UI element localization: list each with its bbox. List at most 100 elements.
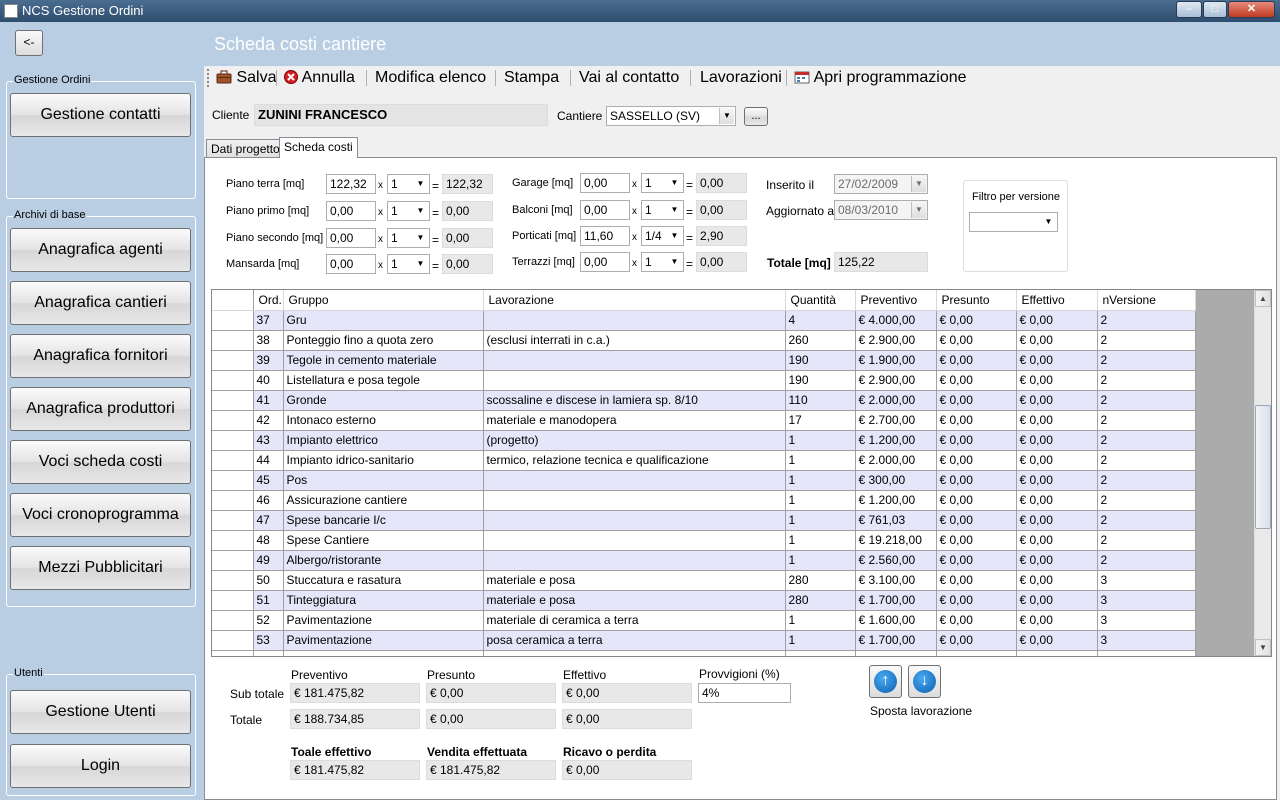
row-header[interactable] bbox=[212, 450, 254, 471]
cell-presunto[interactable]: € 0,00 bbox=[936, 430, 1017, 451]
area-multiplier-select[interactable]: 1 ▼ bbox=[387, 174, 430, 194]
area-multiplier-select[interactable]: 1 ▼ bbox=[641, 252, 684, 272]
cell-quantita[interactable]: 1 bbox=[785, 470, 856, 491]
row-header[interactable] bbox=[212, 470, 254, 491]
row-header[interactable] bbox=[212, 310, 254, 331]
cell-presunto[interactable]: € 0,00 bbox=[936, 350, 1017, 371]
cell-preventivo[interactable]: € 2.900,00 bbox=[855, 330, 937, 351]
cell-quantita[interactable]: 1 bbox=[785, 430, 856, 451]
cell-nversione[interactable]: 2 bbox=[1097, 330, 1196, 351]
area-mq-input[interactable]: 0,00 bbox=[326, 254, 376, 274]
cell-presunto[interactable]: € 0,00 bbox=[936, 510, 1017, 531]
row-header[interactable] bbox=[212, 410, 254, 431]
tab-scheda-costi[interactable]: Scheda costi bbox=[279, 137, 358, 158]
row-header[interactable] bbox=[212, 430, 254, 451]
cell-ord[interactable]: 38 bbox=[253, 330, 284, 351]
cell-preventivo[interactable]: € 761,03 bbox=[855, 510, 937, 531]
cell-preventivo[interactable]: € 1.600,00 bbox=[855, 610, 937, 631]
cell-preventivo[interactable]: € 2.900,00 bbox=[855, 370, 937, 391]
cell-lavorazione[interactable] bbox=[483, 470, 786, 491]
cell-preventivo[interactable]: € 1.200,00 bbox=[855, 490, 937, 511]
cell-presunto[interactable]: € 0,00 bbox=[936, 610, 1017, 631]
gestione-contatti-button[interactable]: Gestione contatti bbox=[10, 93, 191, 137]
cell-gruppo[interactable]: Impianto idrico-sanitario bbox=[283, 450, 484, 471]
cell-preventivo[interactable]: € 1.900,00 bbox=[855, 350, 937, 371]
table-scrollbar[interactable]: ▲ ▼ bbox=[1254, 290, 1271, 656]
cell-quantita[interactable]: 1 bbox=[785, 630, 856, 651]
cell-effettivo[interactable]: € 0,00 bbox=[1016, 510, 1098, 531]
cell-lavorazione[interactable]: (progetto) bbox=[483, 430, 786, 451]
cell-gruppo[interactable]: Listellatura e posa tegole bbox=[283, 370, 484, 391]
table-row[interactable]: 42 Intonaco esterno materiale e manodopera… bbox=[212, 410, 1196, 431]
table-row[interactable]: 38 Ponteggio fino a quota zero (esclusi in… bbox=[212, 330, 1196, 351]
table-row[interactable]: 46 Assicurazione cantiere 1 € 1.200,00 € 0,0… bbox=[212, 490, 1196, 511]
cell-quantita[interactable]: 1 bbox=[785, 530, 856, 551]
cell-gruppo[interactable]: Albergo/ristorante bbox=[283, 550, 484, 571]
cell-effettivo[interactable]: € 0,00 bbox=[1016, 430, 1098, 451]
cantiere-browse-button[interactable]: ... bbox=[744, 107, 768, 126]
cantiere-select[interactable]: SASSELLO (SV) ▼ bbox=[606, 106, 736, 126]
cell-ord[interactable]: 48 bbox=[253, 530, 284, 551]
cell-nversione[interactable]: 2 bbox=[1097, 350, 1196, 371]
cell-lavorazione[interactable] bbox=[483, 310, 786, 331]
cell-ord[interactable]: 45 bbox=[253, 470, 284, 491]
area-mq-input[interactable]: 0,00 bbox=[326, 228, 376, 248]
table-row[interactable]: 48 Spese Cantiere 1 € 19.218,00 € 0,00 € 0,00… bbox=[212, 530, 1196, 551]
cell-preventivo[interactable]: € 1.200,00 bbox=[855, 430, 937, 451]
table-row[interactable]: 39 Tegole in cemento materiale 190 € 1.900,… bbox=[212, 350, 1196, 371]
table-row[interactable]: 49 Albergo/ristorante 1 € 2.560,00 € 0,00 € 0… bbox=[212, 550, 1196, 571]
apri-programmazione-button[interactable]: Apri programmazione bbox=[794, 68, 967, 88]
cell-ord[interactable]: 51 bbox=[253, 590, 284, 611]
cell-ord[interactable]: 39 bbox=[253, 350, 284, 371]
cell-gruppo[interactable]: Pos bbox=[283, 470, 484, 491]
cell-lavorazione[interactable] bbox=[483, 550, 786, 571]
cell-presunto[interactable]: € 0,00 bbox=[936, 370, 1017, 391]
row-header[interactable] bbox=[212, 530, 254, 551]
cell-ord[interactable]: 43 bbox=[253, 430, 284, 451]
cell-presunto[interactable]: € 0,00 bbox=[936, 390, 1017, 411]
cell-nversione[interactable]: 2 bbox=[1097, 450, 1196, 471]
area-mq-input[interactable]: 122,32 bbox=[326, 174, 376, 194]
cell-effettivo[interactable]: € 0,00 bbox=[1016, 390, 1098, 411]
maximize-button[interactable]: □ bbox=[1203, 1, 1227, 18]
provvigioni-input[interactable]: 4% bbox=[698, 683, 791, 703]
col-quantita[interactable]: Quantità bbox=[785, 290, 856, 311]
cell-ord[interactable]: 52 bbox=[253, 610, 284, 631]
cell-nversione[interactable]: 2 bbox=[1097, 430, 1196, 451]
cell-presunto[interactable]: € 0,00 bbox=[936, 450, 1017, 471]
col-nversione[interactable]: nVersione bbox=[1097, 290, 1196, 311]
cell-presunto[interactable]: € 0,00 bbox=[936, 310, 1017, 331]
cell-preventivo[interactable]: € 2.700,00 bbox=[855, 410, 937, 431]
move-up-button[interactable]: ↑ bbox=[869, 665, 902, 698]
cell-gruppo[interactable]: Assicurazione cantiere bbox=[283, 490, 484, 511]
table-row-partial[interactable] bbox=[212, 650, 1196, 656]
cell-effettivo[interactable]: € 0,00 bbox=[1016, 610, 1098, 631]
col-presunto[interactable]: Presunto bbox=[936, 290, 1017, 311]
cell-quantita[interactable]: 190 bbox=[785, 350, 856, 371]
col-preventivo[interactable]: Preventivo bbox=[855, 290, 937, 311]
move-down-button[interactable]: ↓ bbox=[908, 665, 941, 698]
cell-quantita[interactable]: 190 bbox=[785, 370, 856, 391]
row-header[interactable] bbox=[212, 330, 254, 351]
area-multiplier-select[interactable]: 1 ▼ bbox=[387, 201, 430, 221]
cell-ord[interactable]: 49 bbox=[253, 550, 284, 571]
cell-presunto[interactable]: € 0,00 bbox=[936, 410, 1017, 431]
cell-lavorazione[interactable]: materiale e posa bbox=[483, 570, 786, 591]
cell-lavorazione[interactable]: materiale e posa bbox=[483, 590, 786, 611]
cell-gruppo[interactable]: Spese bancarie I/c bbox=[283, 510, 484, 531]
vai-al-contatto-button[interactable]: Vai al contatto bbox=[579, 68, 679, 88]
cell-quantita[interactable]: 1 bbox=[785, 550, 856, 571]
cell-effettivo[interactable]: € 0,00 bbox=[1016, 370, 1098, 391]
cell-quantita[interactable]: 4 bbox=[785, 310, 856, 331]
cell-nversione[interactable]: 3 bbox=[1097, 610, 1196, 631]
cell-presunto[interactable]: € 0,00 bbox=[936, 630, 1017, 651]
row-header[interactable] bbox=[212, 350, 254, 371]
cell-nversione[interactable]: 2 bbox=[1097, 390, 1196, 411]
row-header[interactable] bbox=[212, 510, 254, 531]
voci-scheda-costi-button[interactable]: Voci scheda costi bbox=[10, 440, 191, 484]
cell-nversione[interactable]: 3 bbox=[1097, 630, 1196, 651]
cell-effettivo[interactable]: € 0,00 bbox=[1016, 530, 1098, 551]
cell-ord[interactable]: 50 bbox=[253, 570, 284, 591]
table-row[interactable]: 47 Spese bancarie I/c 1 € 761,03 € 0,00 € 0,0… bbox=[212, 510, 1196, 531]
cell-nversione[interactable]: 2 bbox=[1097, 410, 1196, 431]
